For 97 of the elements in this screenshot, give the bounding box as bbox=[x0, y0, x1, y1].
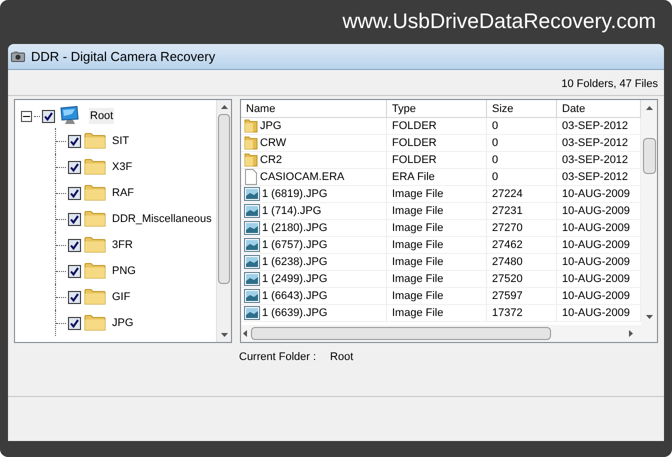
folder-icon bbox=[244, 119, 258, 133]
computer-icon bbox=[59, 106, 81, 126]
table-cell: 27597 bbox=[487, 288, 557, 304]
file-name: 1 (6238).JPG bbox=[262, 254, 328, 270]
file-name: CASIOCAM.ERA bbox=[260, 170, 344, 185]
folder-icon bbox=[84, 211, 106, 227]
site-address-label: www.UsbDriveDataRecovery.com bbox=[342, 9, 656, 36]
current-folder-value: Root bbox=[330, 350, 354, 365]
checkbox[interactable] bbox=[68, 264, 81, 278]
scroll-left-icon[interactable] bbox=[243, 330, 247, 337]
file-name: 1 (714).JPG bbox=[262, 204, 322, 219]
tree-item[interactable]: Root bbox=[89, 108, 114, 124]
checkbox[interactable] bbox=[68, 160, 81, 174]
table-cell: FOLDER bbox=[387, 152, 487, 168]
folder-icon bbox=[244, 153, 258, 167]
file-name: 1 (6643).JPG bbox=[262, 288, 328, 304]
image-file-icon bbox=[244, 238, 260, 252]
folder-icon bbox=[84, 315, 106, 331]
tree-item[interactable]: SIT bbox=[112, 132, 130, 150]
table-cell: Image File bbox=[387, 220, 487, 236]
table-cell: 0 bbox=[487, 118, 557, 134]
table-cell: Image File bbox=[387, 254, 487, 270]
tree-item[interactable]: DDR_Miscellaneous bbox=[112, 210, 212, 228]
file-name: 1 (2499).JPG bbox=[262, 272, 328, 287]
image-file-icon bbox=[244, 289, 260, 303]
image-file-icon bbox=[244, 187, 260, 201]
table-cell: FOLDER bbox=[387, 118, 487, 134]
file-name: CRW bbox=[260, 136, 286, 151]
checkbox[interactable] bbox=[68, 290, 81, 304]
table-cell: Image File bbox=[387, 288, 487, 304]
file-name: 1 (6757).JPG bbox=[262, 238, 328, 253]
table-cell: 27231 bbox=[487, 203, 557, 219]
tree-item[interactable]: RAF bbox=[112, 184, 134, 202]
scroll-up-icon[interactable] bbox=[220, 105, 228, 109]
table-cell: ERA File bbox=[387, 169, 487, 185]
file-icon bbox=[244, 169, 258, 185]
table-cell: 27520 bbox=[487, 271, 557, 287]
camera-icon bbox=[11, 51, 25, 62]
scrollbar-thumb[interactable] bbox=[218, 114, 230, 284]
image-file-icon bbox=[244, 221, 260, 235]
vertical-scrollbar[interactable] bbox=[216, 100, 231, 342]
checkbox[interactable] bbox=[68, 186, 81, 200]
checkbox[interactable] bbox=[68, 316, 81, 330]
table-cell: 27270 bbox=[487, 220, 557, 236]
folder-icon bbox=[84, 133, 106, 149]
tree-item[interactable]: PNG bbox=[112, 262, 136, 280]
table-cell: 27480 bbox=[487, 254, 557, 270]
scrollbar-thumb[interactable] bbox=[251, 327, 551, 340]
image-file-icon bbox=[244, 255, 260, 269]
table-cell: 17372 bbox=[487, 305, 557, 321]
tree-item[interactable]: 3FR bbox=[112, 236, 133, 254]
scroll-right-icon[interactable] bbox=[629, 330, 633, 337]
current-folder-label: Current Folder : bbox=[239, 350, 316, 365]
table-cell: 0 bbox=[487, 169, 557, 185]
column-header[interactable]: Size bbox=[487, 100, 557, 117]
table-cell: Image File bbox=[387, 237, 487, 253]
file-name: 1 (2180).JPG bbox=[262, 220, 328, 236]
table-cell: 27462 bbox=[487, 237, 557, 253]
table-cell: 0 bbox=[487, 135, 557, 151]
file-name: JPG bbox=[260, 118, 282, 134]
table-cell: Image File bbox=[387, 203, 487, 219]
scroll-down-icon[interactable] bbox=[646, 315, 652, 319]
folder-icon bbox=[84, 263, 106, 279]
scrollbar-thumb[interactable] bbox=[642, 138, 656, 174]
collapse-toggle[interactable] bbox=[21, 110, 32, 122]
table-cell: 27224 bbox=[487, 186, 557, 202]
scroll-down-icon[interactable] bbox=[220, 333, 228, 337]
file-name: 1 (6639).JPG bbox=[262, 306, 328, 321]
image-file-icon bbox=[244, 204, 260, 218]
table-cell: 0 bbox=[487, 152, 557, 168]
checkbox[interactable] bbox=[68, 212, 81, 226]
checkbox[interactable] bbox=[68, 238, 81, 252]
checkbox[interactable] bbox=[42, 110, 55, 122]
folder-icon bbox=[84, 185, 106, 201]
window-title: DDR - Digital Camera Recovery bbox=[31, 48, 216, 66]
table-cell: Image File bbox=[387, 305, 487, 321]
tree-item[interactable]: JPG bbox=[112, 314, 134, 332]
tree-item[interactable]: GIF bbox=[112, 288, 130, 306]
table-cell: FOLDER bbox=[387, 135, 487, 151]
column-header[interactable]: Name bbox=[241, 100, 387, 117]
item-count: 10 Folders, 47 Files bbox=[561, 76, 658, 92]
image-file-icon bbox=[244, 272, 260, 286]
file-name: CR2 bbox=[260, 152, 282, 168]
file-name: 1 (6819).JPG bbox=[262, 186, 328, 202]
vertical-scrollbar[interactable] bbox=[641, 100, 657, 325]
folder-icon bbox=[84, 237, 106, 253]
column-header[interactable]: Type bbox=[387, 100, 487, 117]
image-file-icon bbox=[244, 306, 260, 320]
horizontal-scrollbar[interactable] bbox=[241, 325, 657, 342]
table-cell: Image File bbox=[387, 186, 487, 202]
scroll-up-icon[interactable] bbox=[646, 106, 652, 110]
table-cell: Image File bbox=[387, 271, 487, 287]
folder-icon bbox=[84, 159, 106, 175]
tree-item[interactable]: X3F bbox=[112, 158, 132, 176]
folder-icon bbox=[244, 136, 258, 150]
folder-icon bbox=[84, 289, 106, 305]
checkbox[interactable] bbox=[68, 134, 81, 148]
